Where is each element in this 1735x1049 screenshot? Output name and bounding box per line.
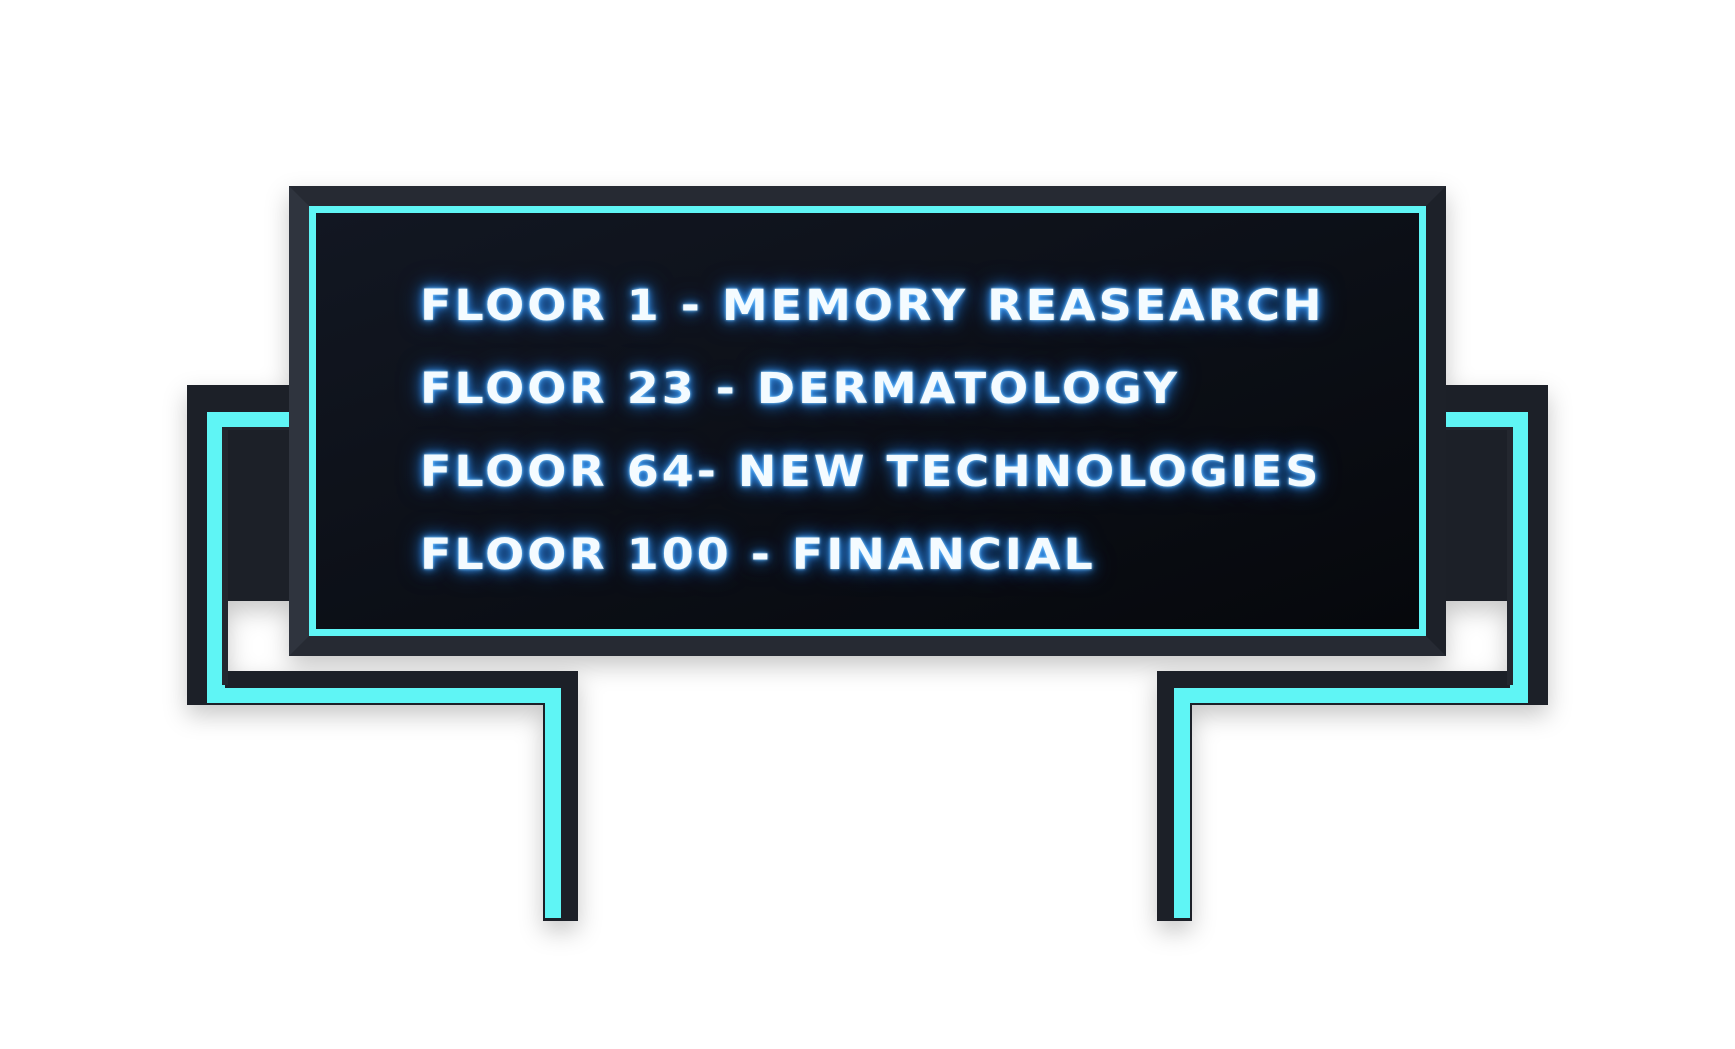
floor-line-1: FLOOR 1 - MEMORY REASEARCH [420, 280, 1325, 330]
floor-line-3: FLOOR 64- NEW TECHNOLOGIES [420, 446, 1322, 496]
floor-line-4: FLOOR 100 - FINANCIAL [420, 529, 1096, 579]
floor-list: FLOOR 1 - MEMORY REASEARCH FLOOR 23 - DE… [420, 264, 1325, 596]
floor-line-2: FLOOR 23 - DERMATOLOGY [420, 363, 1181, 413]
